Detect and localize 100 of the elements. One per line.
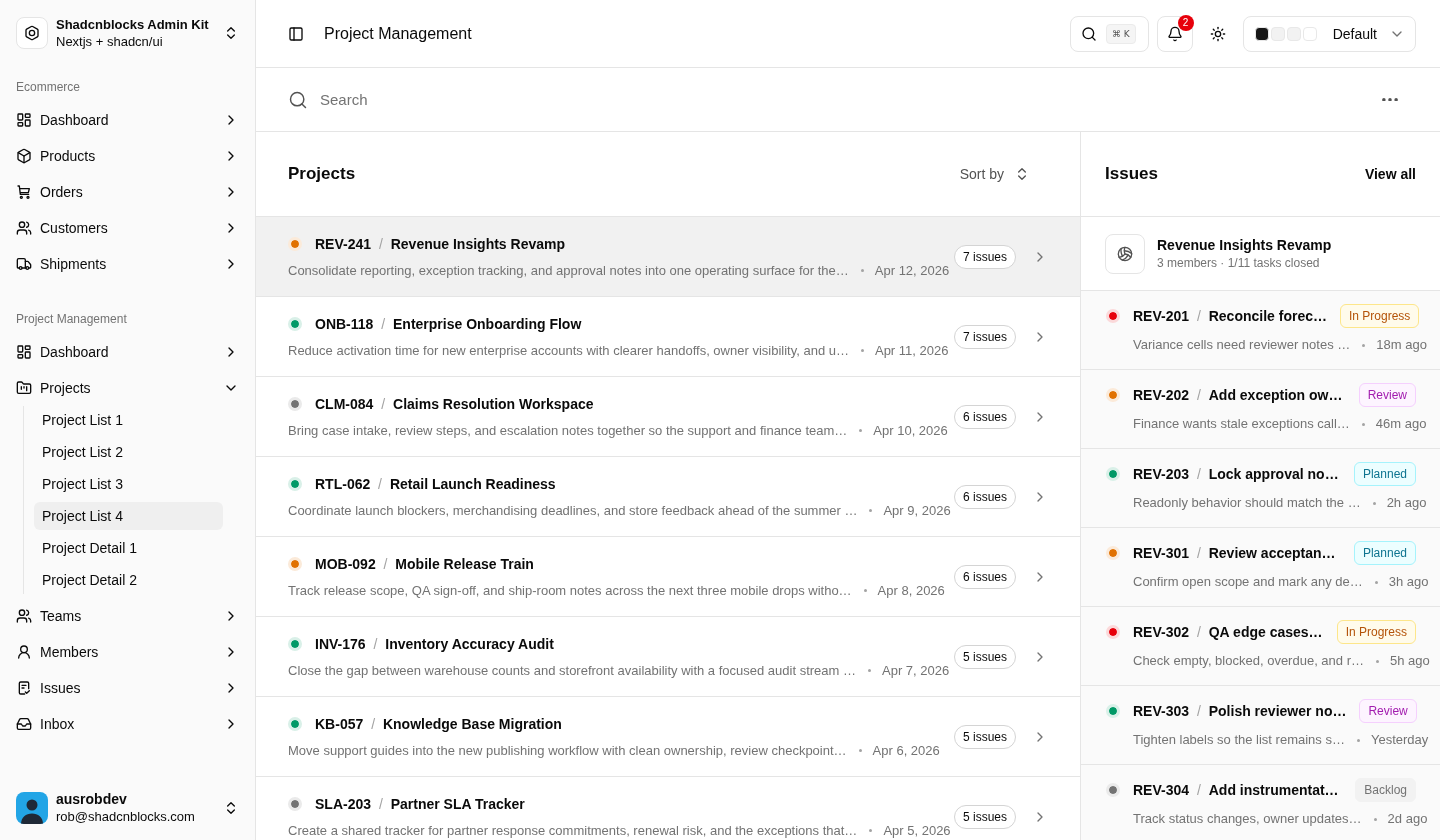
issue-row[interactable]: REV-301 / Review acceptan… Planned Confirm open scope and mark any de… 3h ago xyxy=(1081,528,1440,607)
view-all-link[interactable]: View all xyxy=(1364,166,1416,182)
sub-nav-item[interactable]: Project List 3 xyxy=(34,470,223,498)
separator-dot-icon xyxy=(1372,501,1376,505)
issue-row[interactable]: REV-201 / Reconcile forec… In Progress Variance cells need reviewer notes … 18m ago xyxy=(1081,291,1440,370)
issue-count-badge: 5 issues xyxy=(953,804,1016,829)
search-field[interactable]: Search xyxy=(320,87,1364,112)
sub-nav-item[interactable]: Project List 4 xyxy=(34,502,223,530)
issue-row[interactable]: REV-202 / Add exception ow… Review Finance wants stale exceptions call… 46m ago xyxy=(1081,370,1440,449)
issue-count-badge: 5 issues xyxy=(953,724,1016,749)
project-description: Coordinate launch blockers, merchandising deadlines, and store feedback ahead of the summer … xyxy=(288,502,858,519)
separator-dot-icon xyxy=(1362,343,1366,347)
separator-dot-icon xyxy=(868,669,871,672)
status-badge: In Progress xyxy=(1336,620,1416,644)
separator-dot-icon xyxy=(1373,817,1377,821)
search-icon xyxy=(288,89,308,110)
users-icon xyxy=(16,608,32,624)
issue-time: 46m ago xyxy=(1375,416,1427,432)
issue-description: Confirm open scope and mark any de… xyxy=(1133,574,1363,590)
notifications-button[interactable]: 2 xyxy=(1156,15,1193,52)
project-description: Move support guides into the new publishing workflow with clean ownership, review checkpoint… xyxy=(288,742,847,759)
nav-item[interactable]: Members xyxy=(8,634,247,670)
issue-title: REV-203 / Lock approval no… xyxy=(1133,465,1339,483)
nav-item[interactable]: Dashboard xyxy=(8,102,247,138)
status-badge: Backlog xyxy=(1355,778,1416,802)
issue-title: REV-304 / Add instrumentat… xyxy=(1133,781,1339,799)
user-icon xyxy=(16,644,32,660)
workspace-switcher[interactable]: Shadcnblocks Admin Kit Nextjs + shadcn/ui xyxy=(8,9,247,57)
project-date: Apr 12, 2026 xyxy=(874,262,950,279)
issue-title: REV-302 / QA edge cases… xyxy=(1133,623,1323,641)
theme-select[interactable]: Default xyxy=(1242,15,1416,52)
project-name: Revenue Insights Revamp xyxy=(1157,236,1332,254)
issue-description: Variance cells need reviewer notes … xyxy=(1133,337,1351,353)
project-description: Consolidate reporting, exception tracking, and approval notes into one operating surface for the… xyxy=(288,262,849,279)
project-date: Apr 8, 2026 xyxy=(877,582,945,599)
more-icon xyxy=(1382,97,1398,102)
panel-title: Issues xyxy=(1105,164,1158,184)
sub-nav-item[interactable]: Project Detail 1 xyxy=(34,534,223,562)
issue-count-badge: 6 issues xyxy=(953,404,1016,429)
project-title: SLA-203 / Partner SLA Tracker xyxy=(315,794,525,813)
issue-time: 2d ago xyxy=(1387,811,1428,827)
project-title: KB-057 / Knowledge Base Migration xyxy=(315,714,562,733)
sub-nav-item[interactable]: Project List 1 xyxy=(34,406,223,434)
issue-title: REV-202 / Add exception ow… xyxy=(1133,386,1343,404)
issue-time: Yesterday xyxy=(1370,732,1429,748)
notification-badge: 2 xyxy=(1177,14,1194,31)
issue-title: REV-201 / Reconcile forec… xyxy=(1133,307,1327,325)
inbox-icon xyxy=(16,716,32,732)
nav-item[interactable]: Dashboard xyxy=(8,334,247,370)
project-date: Apr 7, 2026 xyxy=(882,662,950,679)
sub-nav-item[interactable]: Project Detail 2 xyxy=(34,566,223,594)
separator-dot-icon xyxy=(1376,659,1379,663)
issue-title: REV-303 / Polish reviewer no… xyxy=(1133,702,1347,720)
project-date: Apr 11, 2026 xyxy=(874,342,949,359)
nav-item[interactable]: Projects xyxy=(8,370,247,406)
issue-row[interactable]: REV-304 / Add instrumentat… Backlog Track status changes, owner updates… 2d ago xyxy=(1081,765,1440,840)
box-icon xyxy=(16,148,32,164)
project-description: Track release scope, QA sign-off, and ship-room notes across the next three mobile drops witho… xyxy=(288,582,852,599)
nav-item[interactable]: Orders xyxy=(8,174,247,210)
project-date: Apr 5, 2026 xyxy=(883,822,951,839)
separator-dot-icon xyxy=(869,509,873,512)
separator-dot-icon xyxy=(869,829,873,832)
project-date: Apr 10, 2026 xyxy=(873,422,948,439)
nav-item[interactable]: Inbox xyxy=(8,706,247,742)
status-badge: Planned xyxy=(1353,462,1416,486)
search-button[interactable]: ⌘ K xyxy=(1069,15,1149,52)
page-title: Project Management xyxy=(324,24,472,43)
nav-item[interactable]: Products xyxy=(8,138,247,174)
project-description: Bring case intake, review steps, and escalation notes together so the support and finance team… xyxy=(288,422,848,439)
nav-item[interactable]: Issues xyxy=(8,670,247,706)
separator-dot-icon xyxy=(859,429,863,432)
group-label: Ecommerce xyxy=(15,79,81,96)
project-row[interactable]: REV-241 / Revenue Insights Revamp Consolidate reporting, exception tracking, and approval notes into one operating surface for the… Apr 12, 2026 7 issues xyxy=(256,217,1080,297)
nav-item[interactable]: Teams xyxy=(8,598,247,634)
issue-count-badge: 7 issues xyxy=(953,324,1016,349)
panel-left-icon xyxy=(288,25,304,42)
issue-time: 5h ago xyxy=(1390,653,1430,669)
group-label: Project Management xyxy=(15,311,128,328)
issue-row[interactable]: REV-203 / Lock approval no… Planned Readonly behavior should match the … 2h ago xyxy=(1081,449,1440,528)
sub-nav-item[interactable]: Project List 2 xyxy=(34,438,223,466)
user-menu[interactable]: ausrobdev rob@shadcnblocks.com xyxy=(8,784,247,832)
status-badge: Review xyxy=(1359,699,1417,723)
separator-dot-icon xyxy=(860,349,864,352)
project-description: Reduce activation time for new enterprise accounts with clearer handoffs, owner visibility, and u… xyxy=(288,342,849,359)
issue-count-badge: 5 issues xyxy=(953,644,1016,669)
issue-row[interactable]: REV-303 / Polish reviewer no… Review Tighten labels so the list remains s… Yesterday xyxy=(1081,686,1440,765)
status-badge: Planned xyxy=(1353,541,1416,565)
separator-dot-icon xyxy=(1356,738,1360,742)
project-description: Create a shared tracker for partner response commitments, renewal risk, and the exceptions that… xyxy=(288,822,858,839)
nav-item[interactable]: Customers xyxy=(8,210,247,246)
grid-icon xyxy=(16,344,32,360)
sort-button[interactable]: Sort by xyxy=(949,158,1040,190)
issue-description: Tighten labels so the list remains s… xyxy=(1133,732,1345,748)
bell-icon xyxy=(1166,25,1183,42)
separator-dot-icon xyxy=(858,749,862,752)
issue-count-badge: 6 issues xyxy=(953,564,1016,589)
document-check-icon xyxy=(16,680,32,696)
nav-item[interactable]: Shipments xyxy=(8,246,247,282)
issue-row[interactable]: REV-302 / QA edge cases… In Progress Check empty, blocked, overdue, and r… 5h ago xyxy=(1081,607,1440,686)
issue-description: Track status changes, owner updates… xyxy=(1133,811,1362,827)
